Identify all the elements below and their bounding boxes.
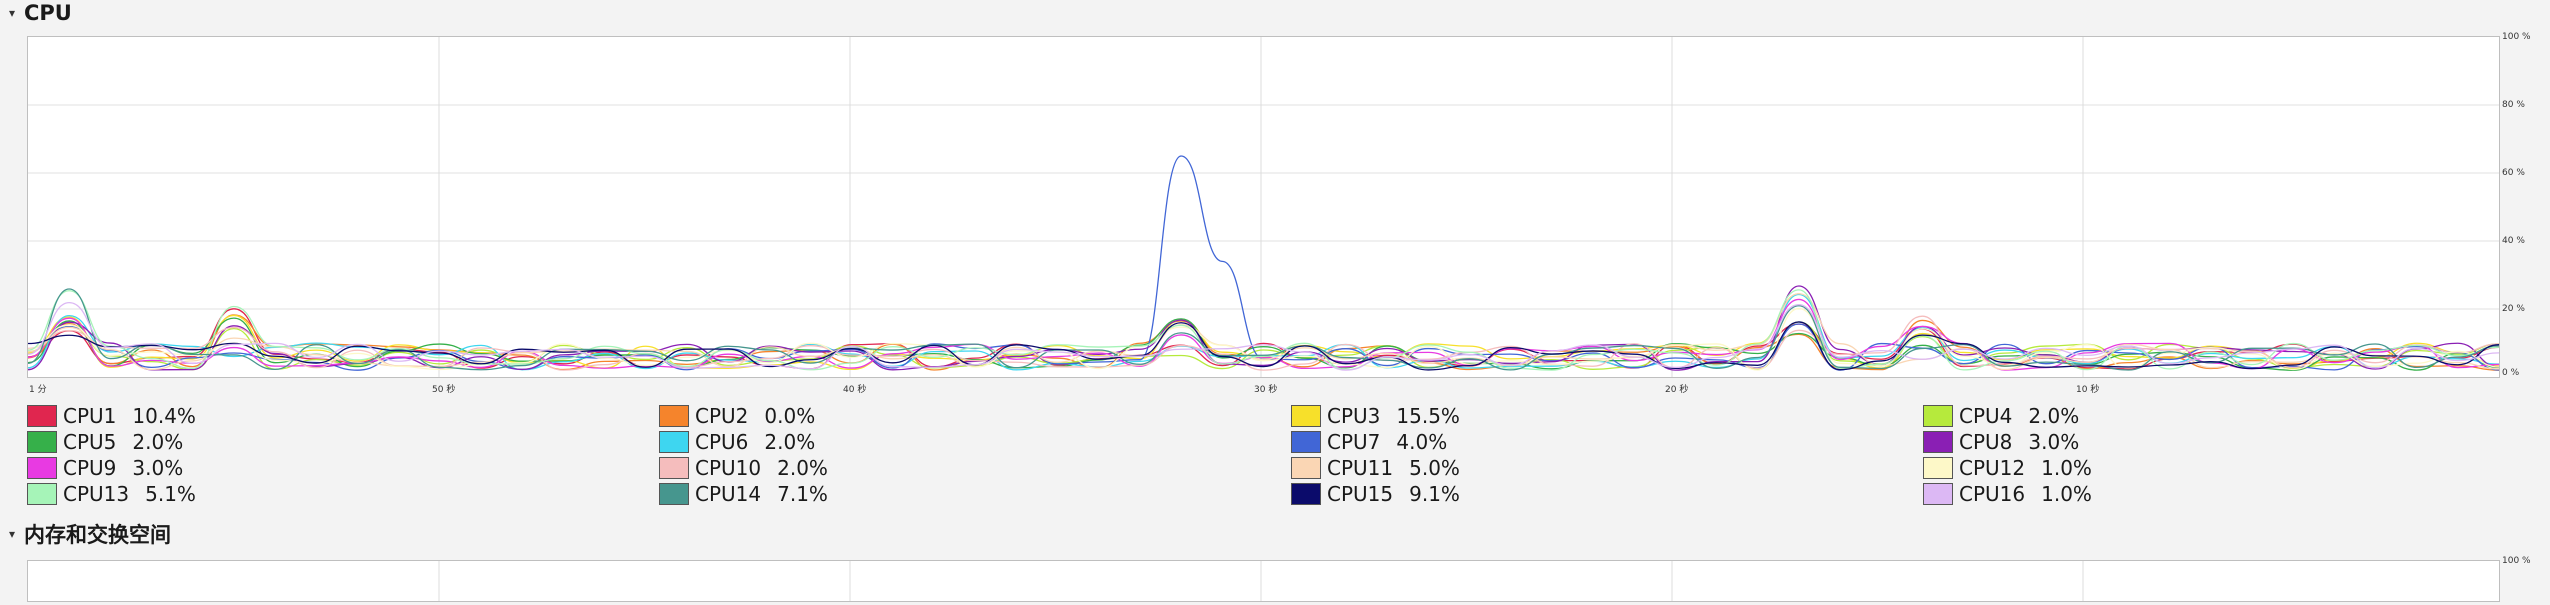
legend-cpu-value: 2.0% (764, 430, 816, 454)
color-swatch[interactable] (659, 483, 689, 505)
legend-item-cpu1[interactable]: CPU1 10.4% (27, 403, 196, 429)
memory-history-graph (27, 560, 2500, 602)
color-swatch[interactable] (659, 405, 689, 427)
legend-cpu-value: 9.1% (1409, 482, 1460, 506)
legend-cpu-value: 5.0% (1409, 456, 1460, 480)
y-tick-label: 20 % (2502, 304, 2525, 314)
legend-cpu-label: CPU2 (695, 404, 749, 428)
legend-item-cpu12[interactable]: CPU12 1.0% (1923, 455, 2092, 481)
legend-cpu-label: CPU3 (1327, 404, 1381, 428)
color-swatch[interactable] (27, 483, 57, 505)
legend-cpu-label: CPU9 (63, 456, 117, 480)
legend-cpu-value: 5.1% (145, 482, 196, 506)
legend-item-cpu9[interactable]: CPU9 3.0% (27, 455, 183, 481)
cpu-history-line-cpu7 (27, 155, 2500, 371)
legend-cpu-value: 7.1% (777, 482, 828, 506)
legend-cpu-value: 2.0% (777, 456, 828, 480)
memory-section-title: 内存和交换空间 (24, 523, 171, 547)
legend-item-cpu10[interactable]: CPU10 2.0% (659, 455, 828, 481)
legend-cpu-label: CPU15 (1327, 482, 1394, 506)
color-swatch[interactable] (1291, 457, 1321, 479)
color-swatch[interactable] (1291, 431, 1321, 453)
legend-item-cpu13[interactable]: CPU13 5.1% (27, 481, 196, 507)
legend-cpu-value: 15.5% (1396, 404, 1460, 428)
cpu-history-graph (27, 36, 2500, 378)
memory-graph-canvas (438, 561, 2084, 601)
legend-cpu-label: CPU8 (1959, 430, 2013, 454)
legend-cpu-value: 0.0% (764, 404, 816, 428)
legend-item-cpu6[interactable]: CPU6 2.0% (659, 429, 815, 455)
cpu-graph-canvas (27, 37, 2500, 377)
legend-item-cpu11[interactable]: CPU11 5.0% (1291, 455, 1460, 481)
color-swatch[interactable] (1291, 405, 1321, 427)
legend-cpu-value: 1.0% (2041, 482, 2092, 506)
y-tick-label: 80 % (2502, 100, 2525, 110)
legend-cpu-label: CPU5 (63, 430, 117, 454)
memory-section-header[interactable]: ▾ 内存和交换空间 (6, 521, 171, 547)
legend-cpu-value: 4.0% (1396, 430, 1448, 454)
color-swatch[interactable] (1923, 405, 1953, 427)
color-swatch[interactable] (659, 431, 689, 453)
y-tick-label: 40 % (2502, 236, 2525, 246)
legend-cpu-value: 1.0% (2041, 456, 2092, 480)
legend-item-cpu14[interactable]: CPU14 7.1% (659, 481, 828, 507)
memory-y-tick-label: 100 % (2502, 556, 2531, 566)
legend-cpu-value: 2.0% (132, 430, 184, 454)
x-tick-label: 30 秒 (1254, 385, 1278, 395)
collapse-arrow-icon[interactable]: ▾ (6, 527, 18, 541)
cpu-legend: CPU1 10.4% CPU2 0.0% CPU3 15.5% CPU4 2.0… (27, 403, 2550, 507)
legend-cpu-label: CPU1 (63, 404, 117, 428)
cpu-section-title: CPU (24, 1, 72, 25)
x-tick-label: 20 秒 (1665, 385, 1689, 395)
legend-cpu-label: CPU13 (63, 482, 130, 506)
graph-grid (28, 37, 2499, 377)
x-tick-label: 40 秒 (843, 385, 867, 395)
color-swatch[interactable] (27, 457, 57, 479)
color-swatch[interactable] (27, 431, 57, 453)
y-tick-label: 100 % (2502, 32, 2531, 42)
legend-cpu-value: 3.0% (2028, 430, 2080, 454)
legend-cpu-value: 10.4% (132, 404, 196, 428)
legend-item-cpu7[interactable]: CPU7 4.0% (1291, 429, 1447, 455)
legend-item-cpu4[interactable]: CPU4 2.0% (1923, 403, 2079, 429)
legend-item-cpu8[interactable]: CPU8 3.0% (1923, 429, 2079, 455)
legend-cpu-value: 2.0% (2028, 404, 2080, 428)
legend-item-cpu15[interactable]: CPU15 9.1% (1291, 481, 1460, 507)
legend-cpu-label: CPU4 (1959, 404, 2013, 428)
color-swatch[interactable] (1923, 431, 1953, 453)
x-tick-label: 50 秒 (432, 385, 456, 395)
color-swatch[interactable] (659, 457, 689, 479)
color-swatch[interactable] (1923, 457, 1953, 479)
legend-cpu-label: CPU12 (1959, 456, 2026, 480)
legend-item-cpu2[interactable]: CPU2 0.0% (659, 403, 815, 429)
y-tick-label: 60 % (2502, 168, 2525, 178)
color-swatch[interactable] (1291, 483, 1321, 505)
legend-item-cpu3[interactable]: CPU3 15.5% (1291, 403, 1460, 429)
legend-cpu-label: CPU7 (1327, 430, 1381, 454)
legend-cpu-label: CPU16 (1959, 482, 2026, 506)
color-swatch[interactable] (1923, 483, 1953, 505)
graph-lines (27, 155, 2500, 371)
collapse-arrow-icon[interactable]: ▾ (6, 6, 18, 20)
legend-cpu-value: 3.0% (132, 456, 184, 480)
legend-item-cpu5[interactable]: CPU5 2.0% (27, 429, 183, 455)
legend-cpu-label: CPU14 (695, 482, 762, 506)
y-tick-label: 0 % (2502, 368, 2520, 378)
x-tick-label: 1 分 (29, 385, 47, 395)
x-tick-label: 10 秒 (2076, 385, 2100, 395)
cpu-section-header[interactable]: ▾ CPU (6, 0, 72, 26)
legend-item-cpu16[interactable]: CPU16 1.0% (1923, 481, 2092, 507)
color-swatch[interactable] (27, 405, 57, 427)
legend-cpu-label: CPU10 (695, 456, 762, 480)
legend-cpu-label: CPU6 (695, 430, 749, 454)
legend-cpu-label: CPU11 (1327, 456, 1394, 480)
